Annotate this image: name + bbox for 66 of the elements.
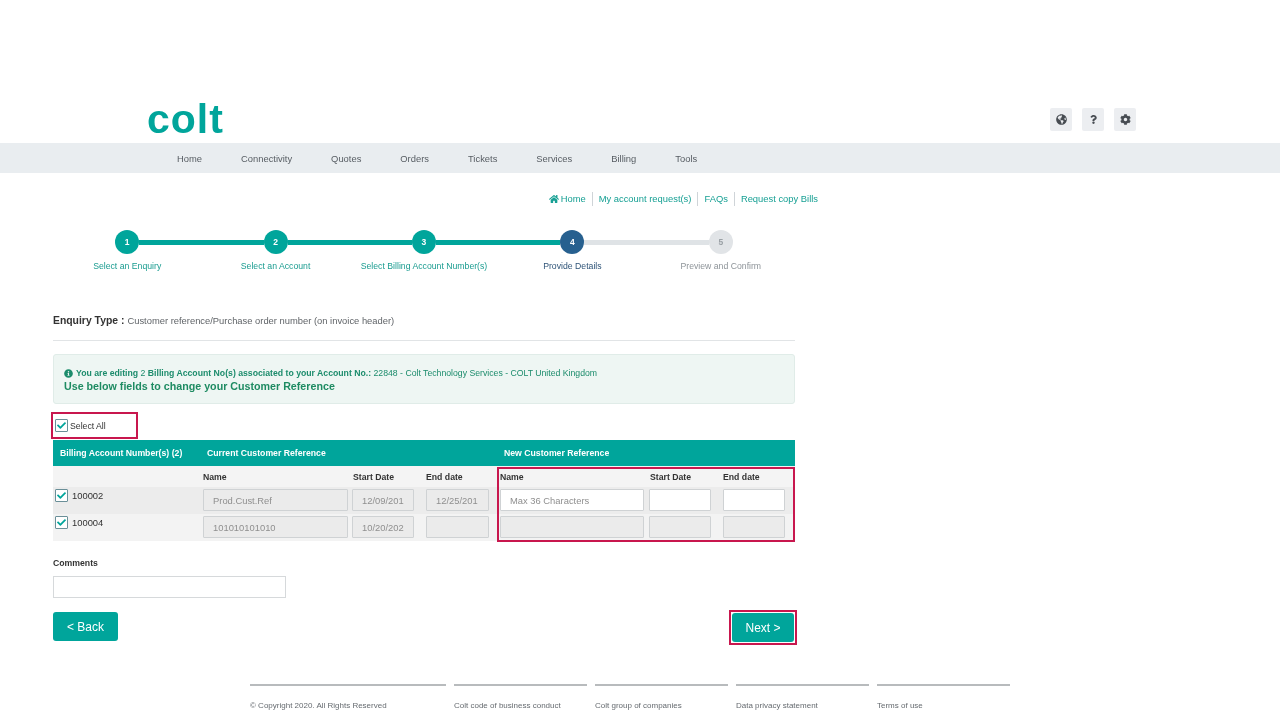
info-heading: Use below fields to change your Customer Reference <box>64 379 335 394</box>
copyright-text: © Copyright 2020. All Rights Reserved <box>250 701 387 710</box>
quick-link[interactable]: Home <box>548 192 586 206</box>
select-all-label: Select All <box>70 420 106 431</box>
comments-label: Comments <box>53 557 98 569</box>
nav-item[interactable]: Tickets <box>468 152 498 164</box>
step-label: Select an Enquiry <box>93 260 162 272</box>
info-message: You are editing 2 Billing Account No(s) associated to your Account No.: 22848 - Colt Technology Services - COLT United Kingdom <box>76 367 598 379</box>
checkmark-icon <box>57 518 66 527</box>
nav-item[interactable]: Orders <box>400 152 429 164</box>
nav-item[interactable]: Services <box>536 152 573 164</box>
step-label: Provide Details <box>543 260 602 272</box>
nav-item[interactable]: Tools <box>675 152 698 164</box>
column-header: Name <box>500 471 524 482</box>
help-button[interactable] <box>1082 107 1104 131</box>
footer-link[interactable]: Terms of use <box>877 701 923 710</box>
step-number: 2 <box>263 230 288 254</box>
column-group-header: Current Customer Reference <box>207 448 326 458</box>
account-number: 100004 <box>72 517 104 528</box>
back-button[interactable]: < Back <box>53 612 118 641</box>
column-header: Name <box>203 471 227 482</box>
next-button[interactable]: Next > <box>732 613 794 642</box>
step-label: Select an Account <box>240 260 311 272</box>
footer-link[interactable]: Data privacy statement <box>736 701 818 710</box>
column-group-header: New Customer Reference <box>504 448 610 458</box>
step-number: 5 <box>708 230 733 254</box>
column-group-header: Billing Account Number(s) (2) <box>60 448 183 458</box>
date-field[interactable] <box>723 489 785 511</box>
checkmark-icon <box>57 421 66 430</box>
settings-button[interactable] <box>1114 107 1136 131</box>
comments-field[interactable] <box>53 576 286 598</box>
account-number: 100002 <box>72 490 104 501</box>
row-checkbox[interactable] <box>55 489 68 502</box>
footer-link[interactable]: Colt code of business conduct <box>454 701 561 710</box>
step-label: Select Billing Account Number(s) <box>360 260 488 272</box>
date-field[interactable] <box>426 516 489 538</box>
settings-icon <box>1119 113 1131 125</box>
step-number: 3 <box>412 230 436 254</box>
nav-item[interactable]: Home <box>177 152 202 164</box>
enquiry-type-label: Enquiry Type : <box>53 314 125 328</box>
help-icon <box>1088 114 1098 124</box>
quick-link[interactable]: FAQs <box>697 192 728 206</box>
select-all-checkbox[interactable] <box>55 419 68 432</box>
column-header: End date <box>723 471 760 482</box>
step-number: 1 <box>115 230 140 254</box>
language-button[interactable] <box>1050 107 1072 131</box>
date-field[interactable] <box>649 489 711 511</box>
nav-item[interactable]: Billing <box>611 152 637 164</box>
enquiry-type-value: Customer reference/Purchase order number (on invoice header) <box>127 314 395 328</box>
globe-icon <box>1055 113 1067 125</box>
logo: colt <box>147 99 224 139</box>
text-field[interactable]: Max 36 Characters <box>500 489 644 511</box>
column-header: Start Date <box>353 471 395 482</box>
step-number: 4 <box>560 230 585 254</box>
step-label: Preview and Confirm <box>680 260 762 272</box>
column-header: Start Date <box>650 471 692 482</box>
nav-item[interactable]: Quotes <box>331 152 362 164</box>
row-checkbox[interactable] <box>55 516 68 529</box>
nav-item[interactable]: Connectivity <box>241 152 293 164</box>
footer-link[interactable]: Colt group of companies <box>595 701 682 710</box>
checkmark-icon <box>57 491 66 500</box>
info-icon <box>64 368 73 378</box>
home-icon <box>548 194 559 204</box>
quick-link[interactable]: My account request(s) <box>591 192 692 206</box>
quick-link[interactable]: Request copy Bills <box>733 192 818 206</box>
column-header: End date <box>426 471 463 482</box>
